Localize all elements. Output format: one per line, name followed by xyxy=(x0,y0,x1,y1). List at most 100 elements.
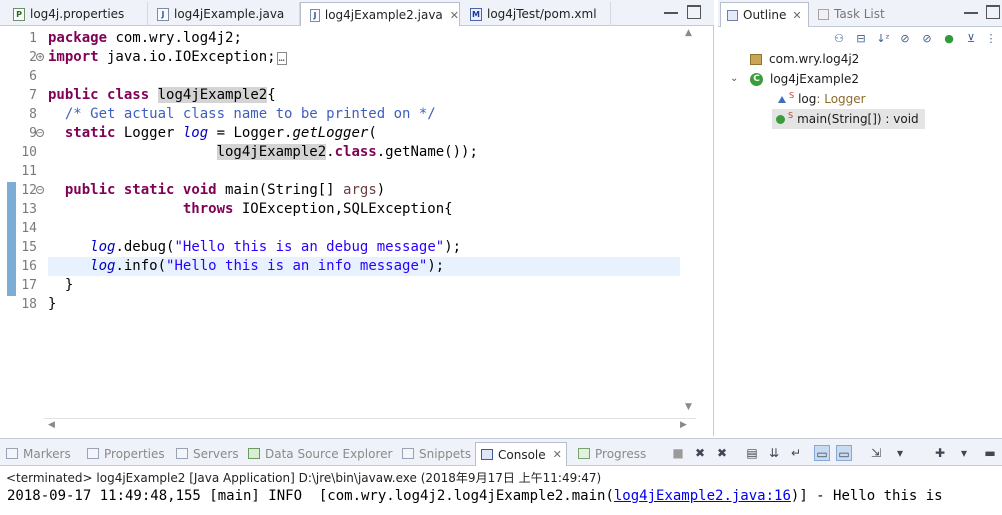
close-icon[interactable]: ✕ xyxy=(792,9,801,22)
maximize-icon[interactable] xyxy=(687,5,701,19)
source-location-link[interactable]: log4jExample2.java:16 xyxy=(614,488,791,504)
code-text: = Logger. xyxy=(208,125,293,141)
tab-task-list[interactable]: Task List xyxy=(812,2,912,26)
horizontal-scrollbar[interactable]: ◀ ▶ xyxy=(44,418,696,432)
code-text: java.io.IOException; xyxy=(98,49,276,65)
expand-fold-icon[interactable]: + xyxy=(36,53,44,61)
minimize-icon[interactable]: ▬ xyxy=(982,445,998,461)
tab-label: Task List xyxy=(834,7,885,21)
line-number: 12 xyxy=(21,183,37,198)
class-name-occurrence: log4jExample2 xyxy=(216,144,327,160)
line-number: 16 xyxy=(21,259,37,274)
tab-log4j-properties[interactable]: P log4j.properties xyxy=(4,2,148,26)
tab-properties[interactable]: Properties xyxy=(87,442,165,465)
maximize-icon[interactable] xyxy=(986,5,1000,19)
clear-console-icon[interactable]: ▤ xyxy=(744,445,760,461)
collapse-fold-icon[interactable]: − xyxy=(36,129,44,137)
line-number: 13 xyxy=(21,202,37,217)
keyword: public xyxy=(48,87,99,103)
line-number: 17 xyxy=(21,278,37,293)
pin-console-icon[interactable]: ⇲ xyxy=(868,445,884,461)
view-menu-icon[interactable]: ⋮ xyxy=(984,32,998,46)
tab-pom-xml[interactable]: M log4jTest/pom.xml xyxy=(461,2,611,26)
hide-non-public-members-icon[interactable]: ● xyxy=(942,32,956,46)
scroll-lock-icon[interactable]: ⇊ xyxy=(766,445,782,461)
field-name: log xyxy=(798,92,817,106)
minimize-icon[interactable] xyxy=(964,5,978,14)
package-name: com.wry.log4j2 xyxy=(769,52,860,66)
hide-static-members-icon[interactable]: ⊘ xyxy=(920,32,934,46)
console-output-line[interactable]: 2018-09-17 11:49:48,155 [main] INFO [com… xyxy=(7,488,943,504)
tab-servers[interactable]: Servers xyxy=(176,442,239,465)
default-field-icon xyxy=(778,95,786,103)
open-console-icon[interactable]: ✚ xyxy=(932,445,948,461)
code-text: .info( xyxy=(115,258,167,274)
close-icon[interactable]: ✕ xyxy=(553,448,562,461)
tab-log4jexample2-java[interactable]: J log4jExample2.java ✕ xyxy=(300,2,460,27)
code-text: IOException,SQLException{ xyxy=(233,201,453,217)
tab-label: log4jExample.java xyxy=(174,7,285,21)
tab-outline[interactable]: Outline ✕ xyxy=(720,2,809,27)
keyword: package xyxy=(48,30,108,46)
class-name: log4jExample2 xyxy=(770,72,859,86)
tab-snippets[interactable]: Snippets xyxy=(402,442,471,465)
collapsed-region-marker[interactable]: … xyxy=(276,52,287,65)
collapse-all-icon[interactable]: ⊟ xyxy=(854,32,868,46)
outline-node-class[interactable]: C log4jExample2 xyxy=(750,69,859,89)
vertical-scrollbar[interactable]: ▲ ▼ xyxy=(682,26,696,418)
scroll-up-icon[interactable]: ▲ xyxy=(685,28,692,38)
tab-progress[interactable]: Progress xyxy=(578,442,646,465)
log-text: 2018-09-17 11:49:48,155 [main] INFO [com… xyxy=(7,488,614,504)
collapse-fold-icon[interactable]: − xyxy=(36,186,44,194)
remove-all-terminated-icon[interactable]: ✖ xyxy=(714,445,730,461)
tab-label: Data Source Explorer xyxy=(265,446,393,461)
java-editor[interactable]: 1 2 + 6 7 8 9 − 10 11 12 − 13 14 15 16 1… xyxy=(0,26,714,436)
code-line-2: import java.io.IOException;… xyxy=(48,48,287,67)
line-number: 14 xyxy=(21,221,37,236)
show-on-stderr-icon[interactable]: ▭ xyxy=(836,445,852,461)
tab-data-source-explorer[interactable]: Data Source Explorer xyxy=(248,442,392,465)
hide-local-types-icon[interactable]: ⊻ xyxy=(964,32,978,46)
properties-icon xyxy=(87,448,99,459)
line-number: 18 xyxy=(21,297,37,312)
outline-tab-bar: Outline ✕ Task List xyxy=(718,0,1002,27)
code-text: ) xyxy=(376,182,386,198)
tab-label: log4jExample2.java xyxy=(324,8,443,22)
terminate-icon[interactable]: ■ xyxy=(670,445,686,461)
maven-pom-icon: M xyxy=(470,7,482,21)
sort-icon[interactable]: ↓ᶻ xyxy=(876,32,890,46)
tab-log4jexample-java[interactable]: J log4jExample.java xyxy=(148,2,300,26)
bottom-tab-bar: Markers Properties Servers Data Source E… xyxy=(0,439,1002,466)
line-number: 10 xyxy=(21,145,37,160)
view-menu-icon[interactable]: ▾ xyxy=(956,445,972,461)
scroll-left-icon[interactable]: ◀ xyxy=(48,420,55,430)
focus-active-task-icon[interactable]: ⚇ xyxy=(832,32,846,46)
code-text: .debug( xyxy=(115,239,175,255)
scroll-right-icon[interactable]: ▶ xyxy=(680,420,687,430)
code-area[interactable]: package com.wry.log4j2; import java.io.I… xyxy=(48,26,683,416)
close-icon[interactable]: ✕ xyxy=(450,9,459,22)
tab-label: log4j.properties xyxy=(30,7,125,21)
display-selected-console-icon[interactable]: ▾ xyxy=(892,445,908,461)
code-text: ); xyxy=(427,258,445,274)
hide-fields-icon[interactable]: ⊘ xyxy=(898,32,912,46)
word-wrap-icon[interactable]: ↵ xyxy=(788,445,804,461)
parameter-name: args xyxy=(343,182,377,198)
outline-node-method[interactable]: S main(String[]) : void xyxy=(772,109,925,129)
scroll-down-icon[interactable]: ▼ xyxy=(685,402,692,412)
code-line-8: /* Get actual class name to be printed o… xyxy=(48,105,436,124)
keyword: public xyxy=(64,182,116,198)
show-on-stdout-icon[interactable]: ▭ xyxy=(814,445,830,461)
outline-node-field[interactable]: S log : Logger xyxy=(778,89,866,109)
outline-node-package[interactable]: com.wry.log4j2 xyxy=(750,49,859,69)
tab-markers[interactable]: Markers xyxy=(6,442,71,465)
tab-console[interactable]: Console ✕ xyxy=(475,442,567,466)
code-line-9: static Logger log = Logger.getLogger( xyxy=(48,124,377,143)
remove-launch-icon[interactable]: ✖ xyxy=(692,445,708,461)
chevron-down-icon[interactable]: ⌄ xyxy=(730,73,738,84)
keyword: static xyxy=(64,125,116,141)
servers-icon xyxy=(176,448,188,459)
markers-icon xyxy=(6,448,18,459)
minimize-icon[interactable] xyxy=(664,5,678,14)
editor-tab-bar: P log4j.properties J log4jExample.java J… xyxy=(0,0,714,27)
